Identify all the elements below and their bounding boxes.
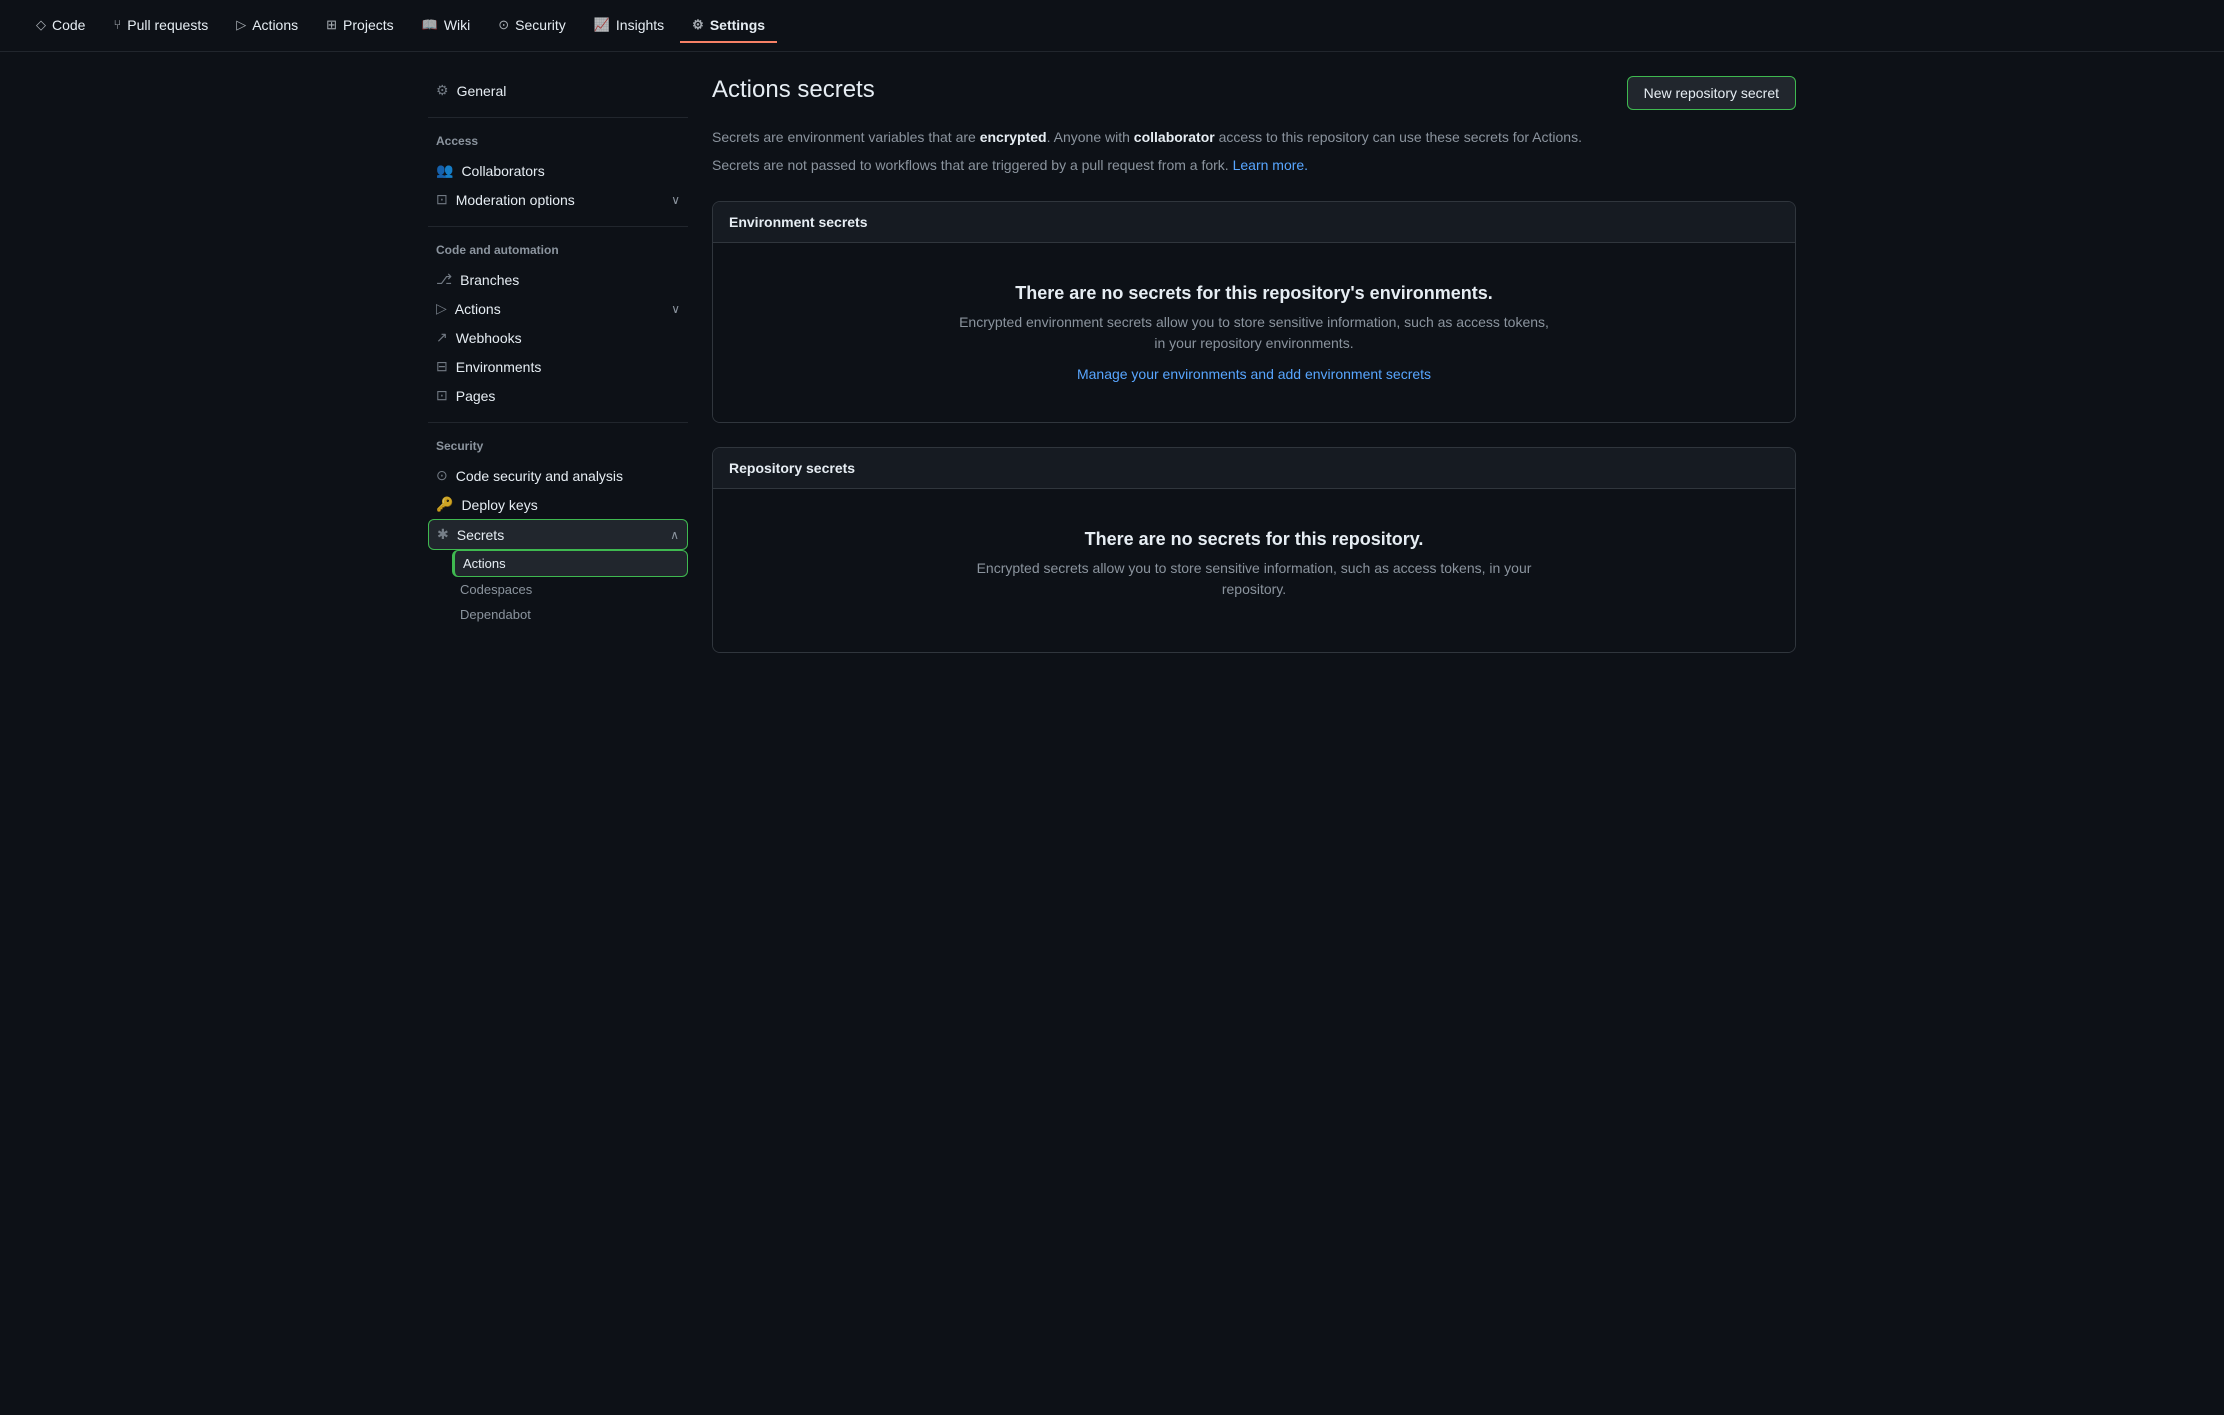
page-layout: ⚙ General Access 👥 Collaborators ⊡ Moder… xyxy=(412,52,1812,677)
nav-wiki[interactable]: 📖 Wiki xyxy=(410,9,483,43)
secrets-icon: ✱ xyxy=(437,526,449,543)
nav-insights[interactable]: 📈 Insights xyxy=(582,9,676,43)
environment-secrets-card: Environment secrets There are no secrets… xyxy=(712,201,1796,423)
code-icon: ◇ xyxy=(36,17,46,33)
description-line1: Secrets are environment variables that a… xyxy=(712,126,1796,148)
top-nav: ◇ Code ⑂ Pull requests ▷ Actions ⊞ Proje… xyxy=(0,0,2224,52)
learn-more-link[interactable]: Learn more. xyxy=(1233,157,1308,173)
new-repository-secret-button[interactable]: New repository secret xyxy=(1627,76,1796,110)
code-automation-section-label: Code and automation xyxy=(428,243,688,257)
manage-environments-link[interactable]: Manage your environments and add environ… xyxy=(1077,366,1431,382)
branch-icon: ⎇ xyxy=(436,271,452,288)
env-secrets-empty-title: There are no secrets for this repository… xyxy=(737,283,1771,304)
repo-secrets-card: Repository secrets There are no secrets … xyxy=(712,447,1796,653)
chevron-down-icon-actions: ∨ xyxy=(671,302,680,316)
nav-code[interactable]: ◇ Code xyxy=(24,9,97,43)
access-section-label: Access xyxy=(428,134,688,148)
moderation-icon: ⊡ xyxy=(436,191,448,208)
gear-icon: ⚙ xyxy=(436,82,449,99)
sidebar-item-secrets[interactable]: ✱ Secrets ∧ xyxy=(428,519,688,550)
sidebar-item-environments[interactable]: ⊟ Environments xyxy=(428,352,688,381)
shield-icon: ⊙ xyxy=(436,467,448,484)
description-line2: Secrets are not passed to workflows that… xyxy=(712,154,1796,176)
secrets-subitems: Actions Codespaces Dependabot xyxy=(428,550,688,627)
nav-pull-requests[interactable]: ⑂ Pull requests xyxy=(101,9,220,43)
sidebar-item-pages[interactable]: ⊡ Pages xyxy=(428,381,688,410)
repo-secrets-empty-desc: Encrypted secrets allow you to store sen… xyxy=(954,558,1554,600)
sidebar-item-general[interactable]: ⚙ General xyxy=(428,76,688,105)
env-secrets-empty-desc: Encrypted environment secrets allow you … xyxy=(954,312,1554,354)
security-section-label: Security xyxy=(428,439,688,453)
sidebar-subitem-dependabot[interactable]: Dependabot xyxy=(452,602,688,627)
sidebar-item-webhooks[interactable]: ↗ Webhooks xyxy=(428,323,688,352)
pages-icon: ⊡ xyxy=(436,387,448,404)
nav-security[interactable]: ⊙ Security xyxy=(486,9,577,43)
sidebar-item-moderation[interactable]: ⊡ Moderation options ∨ xyxy=(428,185,688,214)
sidebar: ⚙ General Access 👥 Collaborators ⊡ Moder… xyxy=(428,76,688,653)
pull-request-icon: ⑂ xyxy=(113,17,121,32)
sidebar-item-code-security[interactable]: ⊙ Code security and analysis xyxy=(428,461,688,490)
nav-settings[interactable]: ⚙ Settings xyxy=(680,9,777,43)
projects-icon: ⊞ xyxy=(326,17,337,33)
main-content: Actions secrets New repository secret Se… xyxy=(712,76,1796,653)
chevron-down-icon: ∨ xyxy=(671,193,680,207)
env-secrets-header: Environment secrets xyxy=(713,202,1795,243)
person-icon: 👥 xyxy=(436,162,453,179)
actions-icon: ▷ xyxy=(236,17,246,33)
sidebar-item-deploy-keys[interactable]: 🔑 Deploy keys xyxy=(428,490,688,519)
insights-icon: 📈 xyxy=(594,17,610,33)
main-header: Actions secrets New repository secret xyxy=(712,76,1796,110)
page-title: Actions secrets xyxy=(712,76,875,104)
sidebar-subitem-actions[interactable]: Actions xyxy=(452,550,688,577)
chevron-up-icon: ∧ xyxy=(670,528,679,542)
environment-icon: ⊟ xyxy=(436,358,448,375)
repo-secrets-body: There are no secrets for this repository… xyxy=(713,489,1795,652)
repo-secrets-empty-title: There are no secrets for this repository… xyxy=(737,529,1771,550)
sidebar-item-branches[interactable]: ⎇ Branches xyxy=(428,265,688,294)
settings-icon: ⚙ xyxy=(692,17,704,33)
key-icon: 🔑 xyxy=(436,496,453,513)
security-icon: ⊙ xyxy=(498,17,509,33)
nav-projects[interactable]: ⊞ Projects xyxy=(314,9,405,43)
sidebar-item-collaborators[interactable]: 👥 Collaborators xyxy=(428,156,688,185)
wiki-icon: 📖 xyxy=(422,17,438,33)
webhook-icon: ↗ xyxy=(436,329,448,346)
nav-actions[interactable]: ▷ Actions xyxy=(224,9,310,43)
sidebar-subitem-codespaces[interactable]: Codespaces xyxy=(452,577,688,602)
actions-sidebar-icon: ▷ xyxy=(436,300,447,317)
sidebar-item-actions[interactable]: ▷ Actions ∨ xyxy=(428,294,688,323)
env-secrets-body: There are no secrets for this repository… xyxy=(713,243,1795,422)
repo-secrets-header: Repository secrets xyxy=(713,448,1795,489)
